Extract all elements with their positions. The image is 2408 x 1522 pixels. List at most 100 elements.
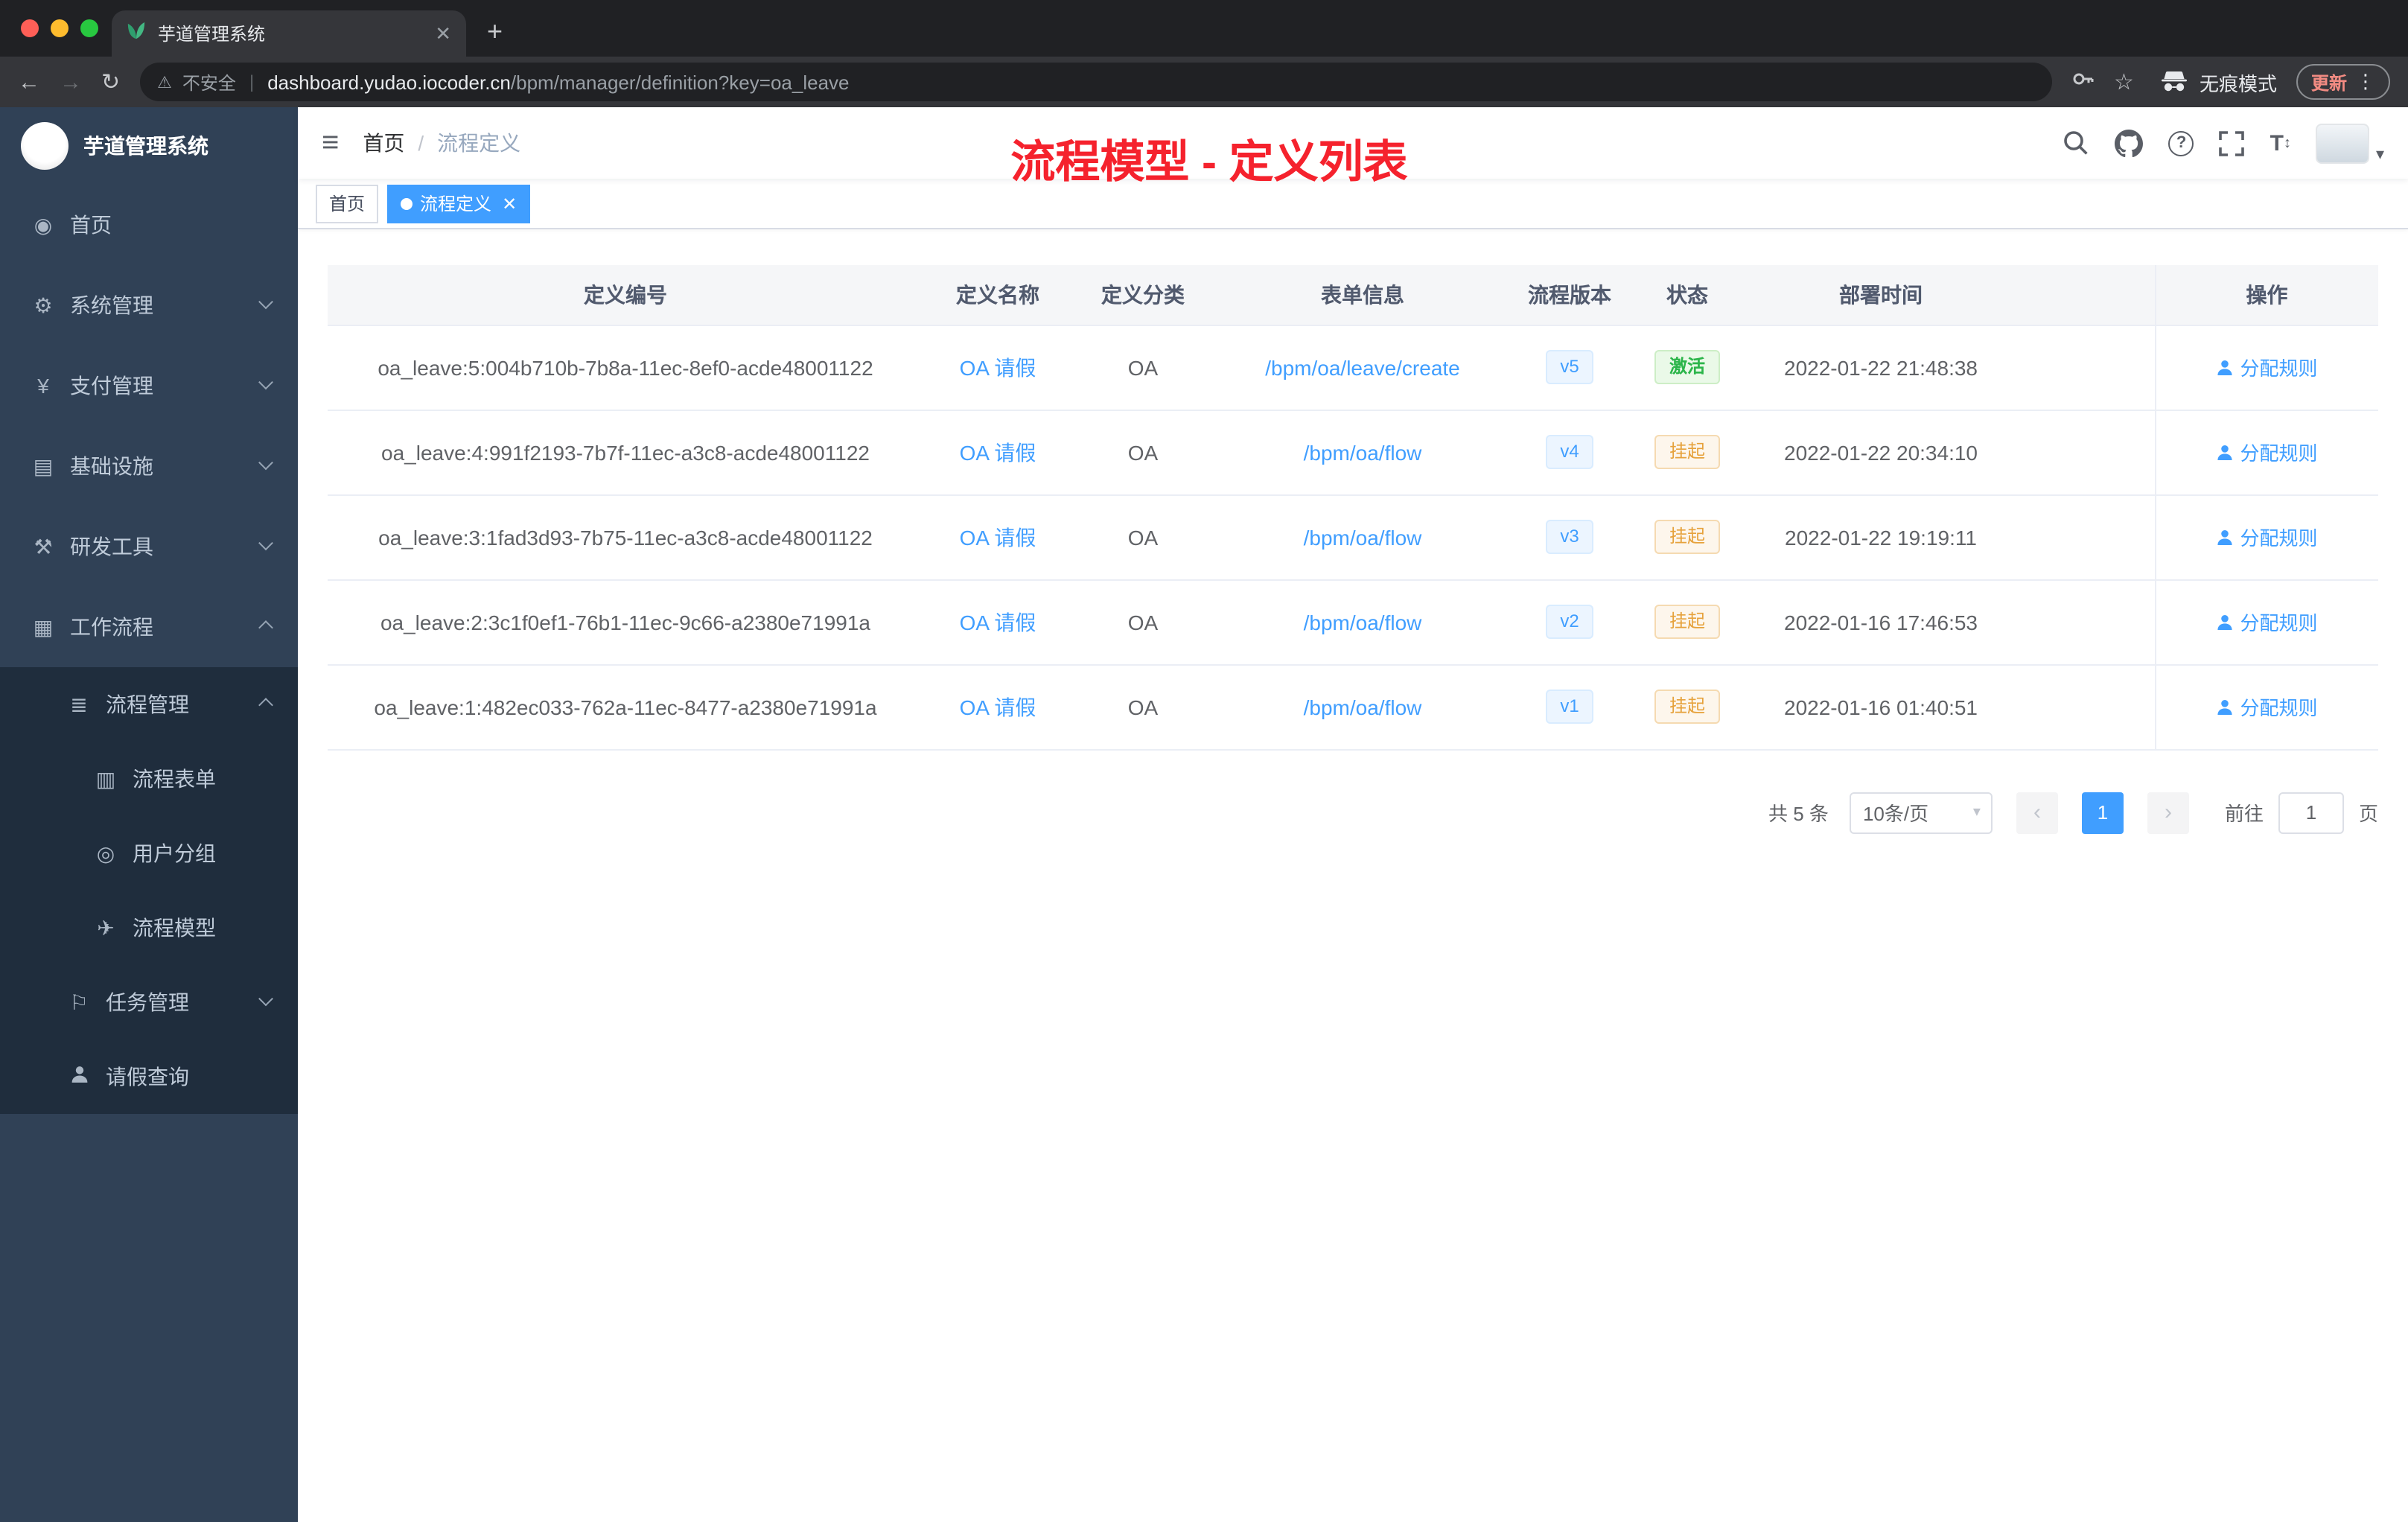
filler-cell — [2015, 579, 2155, 665]
assign-rule-link[interactable]: 分配规则 — [2216, 438, 2318, 466]
col-definition-id: 定义编号 — [328, 265, 923, 325]
page-url[interactable]: dashboard.yudao.iocoder.cn/bpm/manager/d… — [267, 71, 849, 93]
form-link[interactable]: /bpm/oa/flow — [1304, 695, 1422, 719]
sidebar-item-label: 请假查询 — [106, 1065, 189, 1089]
fullscreen-icon[interactable] — [2219, 130, 2245, 156]
password-key-icon[interactable] — [2071, 66, 2095, 98]
filler-cell — [2015, 325, 2155, 410]
assign-rule-label: 分配规则 — [2240, 442, 2318, 465]
filler-cell — [2015, 664, 2155, 750]
sidebar-item-label: 基础设施 — [70, 454, 153, 478]
sidebar-item-home[interactable]: ◉ 首页 — [0, 185, 298, 265]
sidebar-item-payment-management[interactable]: ¥ 支付管理 — [0, 346, 298, 426]
definition-name-link[interactable]: OA 请假 — [960, 610, 1036, 634]
tab-close-icon[interactable]: ✕ — [435, 22, 451, 45]
search-icon[interactable] — [2063, 130, 2090, 156]
update-label[interactable]: 更新 — [2311, 69, 2347, 95]
deploy-time: 2022-01-22 21:48:38 — [1747, 325, 2015, 410]
minimize-window-button[interactable] — [51, 19, 69, 37]
assign-rule-link[interactable]: 分配规则 — [2216, 692, 2318, 721]
help-icon[interactable]: ? — [2168, 130, 2194, 156]
avatar[interactable] — [2316, 123, 2370, 163]
sidebar-item-process-management[interactable]: ≣ 流程管理 — [0, 667, 298, 742]
tag-close-icon[interactable]: ✕ — [502, 193, 517, 214]
paper-plane-icon: ✈ — [97, 915, 115, 939]
maximize-window-button[interactable] — [80, 19, 98, 37]
dashboard-icon: ◉ — [34, 212, 53, 236]
table-row: oa_leave:1:482ec033-762a-11ec-8477-a2380… — [328, 664, 2378, 750]
prev-page-button[interactable]: ‹ — [2016, 792, 2058, 833]
sidebar-item-process-form[interactable]: ▥ 流程表单 — [0, 742, 298, 816]
sidebar-item-task-management[interactable]: ⚐ 任务管理 — [0, 965, 298, 1039]
sidebar-item-user-group[interactable]: ◎ 用户分组 — [0, 816, 298, 891]
definition-id: oa_leave:3:1fad3d93-7b75-11ec-a3c8-acde4… — [328, 494, 923, 580]
monitor-icon: ▤ — [33, 453, 54, 477]
table-header-row: 定义编号 定义名称 定义分类 表单信息 流程版本 状态 部署时间 操作 — [328, 265, 2378, 325]
sidebar-item-infrastructure[interactable]: ▤ 基础设施 — [0, 426, 298, 506]
form-link[interactable]: /bpm/oa/flow — [1304, 440, 1422, 464]
assign-rule-link[interactable]: 分配规则 — [2216, 353, 2318, 381]
assign-rule-link[interactable]: 分配规则 — [2216, 523, 2318, 551]
browser-window: 芋道管理系统 ✕ + ← → ↻ ⚠ 不安全 | dashboard.yudao… — [0, 0, 2408, 1522]
browser-tab[interactable]: 芋道管理系统 ✕ — [112, 10, 466, 57]
assign-rule-link[interactable]: 分配规则 — [2216, 608, 2318, 636]
address-bar[interactable]: ⚠ 不安全 | dashboard.yudao.iocoder.cn/bpm/m… — [139, 63, 2052, 101]
user-menu[interactable]: ▾ — [2316, 123, 2384, 163]
back-icon[interactable]: ← — [18, 71, 40, 93]
page-size-select[interactable]: 10条/页 ▾ — [1849, 792, 1993, 833]
gear-icon: ⚙ — [34, 293, 53, 316]
sidebar-toggle-icon[interactable]: ≡ — [298, 126, 363, 160]
security-warning-icon[interactable]: ⚠ — [157, 72, 172, 92]
forward-icon[interactable]: → — [60, 71, 82, 93]
definition-id: oa_leave:5:004b710b-7b8a-11ec-8ef0-acde4… — [328, 325, 923, 410]
close-window-button[interactable] — [21, 19, 39, 37]
sidebar-item-system-management[interactable]: ⚙ 系统管理 — [0, 265, 298, 346]
goto-label: 前往 — [2224, 803, 2264, 825]
table-row: oa_leave:4:991f2193-7b7f-11ec-a3c8-acde4… — [328, 410, 2378, 495]
deploy-time: 2022-01-16 01:40:51 — [1747, 664, 2015, 750]
definition-name-link[interactable]: OA 请假 — [960, 440, 1036, 464]
sidebar-logo-row: 芋道管理系统 — [0, 107, 298, 185]
sidebar-item-label: 流程管理 — [106, 692, 189, 716]
page-size-value: 10条/页 — [1862, 803, 1929, 825]
window-controls[interactable] — [21, 19, 98, 37]
form-link[interactable]: /bpm/oa/flow — [1304, 525, 1422, 549]
definition-category: OA — [1072, 325, 1214, 410]
sidebar-item-leave-query[interactable]: 请假查询 — [0, 1039, 298, 1114]
status-badge: 挂起 — [1654, 520, 1720, 554]
definition-name-link[interactable]: OA 请假 — [960, 525, 1036, 549]
sidebar-item-dev-tools[interactable]: ⚒ 研发工具 — [0, 506, 298, 587]
tag-process-definition[interactable]: 流程定义 ✕ — [387, 184, 531, 223]
breadcrumb-current: 流程定义 — [437, 131, 521, 155]
tag-home[interactable]: 首页 — [316, 184, 379, 223]
person-icon — [2217, 445, 2233, 459]
col-status: 状态 — [1628, 265, 1747, 325]
definition-name-link[interactable]: OA 请假 — [960, 695, 1036, 719]
security-label[interactable]: 不安全 — [182, 69, 236, 95]
active-dot — [401, 197, 413, 209]
current-page-button[interactable]: 1 — [2081, 792, 2124, 833]
tab-favicon-icon — [127, 20, 146, 47]
sidebar-item-workflow[interactable]: ▦ 工作流程 — [0, 587, 298, 667]
next-page-button[interactable]: › — [2147, 792, 2189, 833]
table-row: oa_leave:2:3c1f0ef1-76b1-11ec-9c66-a2380… — [328, 579, 2378, 665]
definition-name-link[interactable]: OA 请假 — [960, 355, 1036, 379]
form-link[interactable]: /bpm/oa/flow — [1304, 610, 1422, 634]
github-icon[interactable] — [2115, 129, 2144, 157]
version-badge: v4 — [1545, 435, 1594, 469]
sidebar-item-process-model[interactable]: ✈ 流程模型 — [0, 891, 298, 965]
browser-update-menu[interactable]: 更新 ⋮ — [2296, 64, 2390, 100]
goto-page-input[interactable] — [2278, 792, 2344, 833]
form-link[interactable]: /bpm/oa/leave/create — [1265, 355, 1460, 379]
breadcrumb-home[interactable]: 首页 — [363, 128, 404, 158]
bookmark-star-icon[interactable]: ☆ — [2114, 69, 2134, 95]
col-filler — [2015, 265, 2155, 325]
reload-icon[interactable]: ↻ — [101, 71, 120, 93]
kebab-menu-icon[interactable]: ⋮ — [2356, 70, 2375, 94]
new-tab-button[interactable]: + — [487, 16, 503, 48]
url-path: /bpm/manager/definition?key=oa_leave — [510, 71, 850, 93]
font-size-icon[interactable]: T ↕ — [2270, 130, 2291, 156]
url-domain: dashboard.yudao.iocoder.cn — [267, 71, 511, 93]
person-icon — [66, 1065, 92, 1089]
person-icon — [2217, 360, 2233, 375]
